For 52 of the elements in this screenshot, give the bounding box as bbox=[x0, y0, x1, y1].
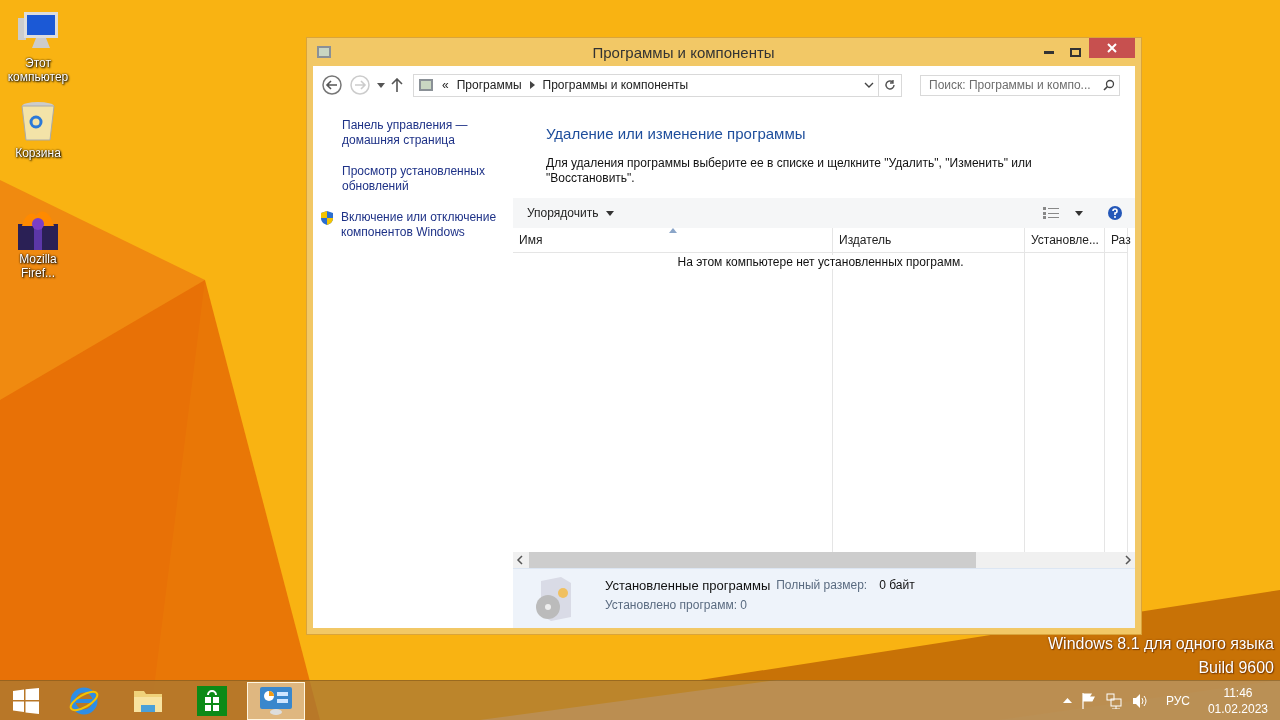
scrollbar-thumb[interactable] bbox=[529, 552, 976, 568]
dropdown-icon[interactable] bbox=[377, 82, 385, 88]
back-icon[interactable] bbox=[321, 74, 343, 96]
up-arrow-icon[interactable] bbox=[391, 78, 403, 92]
os-edition-text: Build 9600 bbox=[1198, 658, 1274, 678]
os-edition-text: Windows 8.1 для одного языка bbox=[1048, 634, 1274, 654]
search-field[interactable]: Поиск: Программы и компо... bbox=[920, 74, 1120, 96]
flag-icon[interactable] bbox=[1081, 692, 1096, 709]
control-panel-icon bbox=[418, 77, 434, 93]
taskbar-app-button[interactable] bbox=[247, 681, 305, 720]
search-icon[interactable] bbox=[1103, 79, 1115, 91]
window-title: Программы и компоненты bbox=[592, 43, 775, 61]
caret-icon[interactable] bbox=[1075, 210, 1083, 216]
breadcrumb-overflow[interactable]: « bbox=[442, 78, 449, 92]
column-header[interactable]: Установле... bbox=[1025, 228, 1104, 253]
close-button[interactable] bbox=[1089, 38, 1135, 58]
page-heading: Удаление или изменение программы bbox=[545, 124, 807, 142]
organize-button[interactable]: Упорядочить bbox=[527, 206, 615, 220]
refresh-button[interactable] bbox=[878, 73, 902, 97]
sidebar-link[interactable]: Просмотр установленных обновлений bbox=[342, 164, 512, 194]
page-description: Для удаления программы выберите ее в списке и щелкните "Удалить", "Изменить" или "Восстановить". bbox=[545, 155, 1033, 186]
view-list-icon[interactable] bbox=[1043, 207, 1059, 219]
chevron-icon[interactable] bbox=[529, 81, 535, 89]
chevron-down-icon[interactable] bbox=[864, 82, 874, 88]
empty-message: На этом компьютере нет установленных программ. bbox=[677, 255, 964, 269]
show-hidden-icons[interactable] bbox=[1062, 698, 1072, 703]
details-count: Установлено программ: 0 bbox=[605, 598, 748, 612]
windows-logo-icon bbox=[13, 687, 39, 714]
details-value: 0 байт bbox=[879, 578, 915, 593]
sidebar-link[interactable]: Панель управления — домашняя страница bbox=[342, 118, 512, 148]
breadcrumb[interactable]: Программы и компоненты bbox=[542, 78, 689, 92]
horizontal-scrollbar[interactable] bbox=[513, 552, 1135, 568]
maximize-icon bbox=[1070, 47, 1081, 57]
details-title: Установленные программы bbox=[605, 578, 771, 593]
close-icon bbox=[1107, 43, 1117, 53]
sort-arrow-icon bbox=[668, 228, 677, 233]
network-icon[interactable] bbox=[1105, 692, 1122, 709]
shield-icon bbox=[319, 210, 335, 226]
control-panel-icon bbox=[259, 685, 293, 716]
caret-icon bbox=[606, 210, 615, 216]
speaker-icon[interactable] bbox=[1131, 692, 1148, 709]
refresh-icon bbox=[884, 79, 896, 91]
breadcrumb[interactable]: Программы bbox=[456, 78, 522, 92]
column-header[interactable]: Имя bbox=[513, 228, 832, 253]
sidebar-link[interactable]: Включение или отключение компонентов Windows bbox=[341, 210, 511, 240]
minimize-icon bbox=[1043, 50, 1054, 54]
address-bar[interactable]: « Программы Программы и компоненты bbox=[413, 73, 879, 97]
control-panel-icon bbox=[316, 44, 332, 60]
details-label: Полный размер: bbox=[776, 578, 868, 593]
store-icon bbox=[197, 685, 227, 716]
help-icon[interactable] bbox=[1107, 205, 1123, 221]
column-header[interactable]: Издатель bbox=[833, 228, 1024, 253]
